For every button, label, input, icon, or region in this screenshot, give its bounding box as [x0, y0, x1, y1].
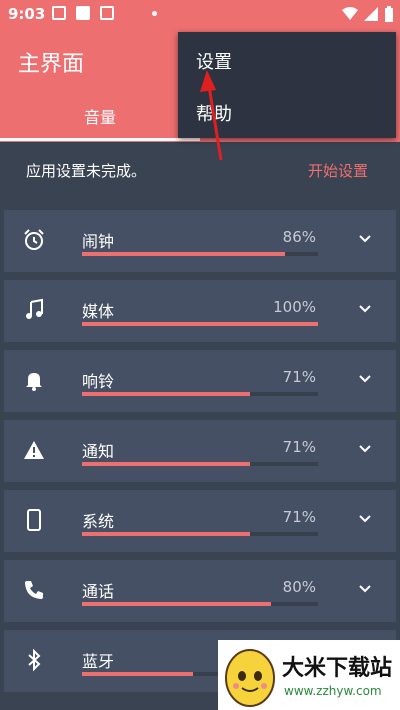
row-label: 媒体	[82, 302, 115, 321]
volume-row: 媒体 100%	[4, 280, 396, 342]
phone-call-icon	[25, 581, 43, 599]
volume-slider[interactable]	[82, 252, 318, 256]
signal-icon	[364, 7, 378, 21]
volume-slider-fill	[82, 322, 318, 326]
volume-row: 系统 71%	[4, 490, 396, 552]
menu-item-help[interactable]: 帮助	[196, 100, 232, 126]
bell-icon	[26, 373, 42, 391]
volume-row: 闹钟 86%	[4, 210, 396, 272]
chevron-down-icon[interactable]	[358, 442, 372, 456]
warning-icon	[24, 441, 44, 459]
volume-slider[interactable]	[82, 392, 318, 396]
tab-indicator	[0, 138, 200, 141]
watermark-url: www.zzhyw.com	[284, 684, 382, 698]
status-right-icons	[342, 6, 394, 22]
volume-slider-fill	[82, 252, 285, 256]
chevron-down-icon[interactable]	[358, 232, 372, 246]
chevron-down-icon[interactable]	[358, 372, 372, 386]
row-label: 通话	[82, 582, 115, 601]
page-title: 主界面	[18, 52, 85, 77]
volume-slider-fill	[82, 672, 193, 676]
row-label: 响铃	[82, 372, 115, 391]
row-percent: 71%	[282, 368, 316, 386]
volume-slider[interactable]	[82, 602, 318, 606]
row-label: 蓝牙	[82, 652, 115, 671]
watermark: 大米下载站 www.zzhyw.com	[218, 640, 400, 710]
row-percent: 80%	[282, 578, 316, 596]
volume-row: 通知 71%	[4, 420, 396, 482]
phone-device-icon	[27, 509, 41, 531]
chevron-down-icon[interactable]	[358, 302, 372, 316]
bluetooth-icon	[28, 648, 41, 672]
notice-text: 应用设置未完成。	[26, 162, 147, 180]
chevron-down-icon[interactable]	[358, 512, 372, 526]
tab-volume[interactable]: 音量	[40, 104, 160, 128]
a-notification-icon	[100, 6, 114, 20]
volume-slider-fill	[82, 532, 250, 536]
logo-icon	[225, 649, 275, 707]
wifi-icon	[342, 7, 358, 20]
alarm-clock-icon	[24, 229, 44, 250]
setup-notice: 应用设置未完成。 开始设置	[0, 142, 400, 198]
volume-row: 响铃 71%	[4, 350, 396, 412]
row-percent: 86%	[282, 228, 316, 246]
menu-item-settings[interactable]: 设置	[196, 48, 232, 74]
volume-slider-fill	[82, 462, 250, 466]
row-percent: 100%	[273, 298, 316, 316]
notification-icons	[52, 6, 114, 20]
start-setup-button[interactable]: 开始设置	[308, 160, 368, 181]
volume-slider[interactable]	[82, 532, 318, 536]
volume-row: 通话 80%	[4, 560, 396, 622]
row-percent: 71%	[282, 438, 316, 456]
watermark-text: 大米下载站	[282, 656, 393, 681]
status-time: 9:03	[8, 5, 46, 23]
row-label: 系统	[82, 512, 115, 531]
volume-slider[interactable]	[82, 322, 318, 326]
row-percent: 71%	[282, 508, 316, 526]
battery-icon	[385, 6, 393, 22]
volume-slider[interactable]	[82, 462, 318, 466]
music-note-icon	[26, 298, 43, 319]
volume-slider-fill	[82, 392, 250, 396]
chevron-down-icon[interactable]	[358, 582, 372, 596]
row-label: 闹钟	[82, 232, 115, 251]
overflow-menu: 设置 帮助	[178, 32, 396, 138]
volume-slider-fill	[82, 602, 271, 606]
status-bar: 9:03	[0, 0, 400, 28]
row-label: 通知	[82, 442, 115, 461]
image-notification-icon	[52, 6, 66, 20]
dot-icon	[152, 11, 157, 16]
square-notification-icon	[76, 6, 90, 20]
